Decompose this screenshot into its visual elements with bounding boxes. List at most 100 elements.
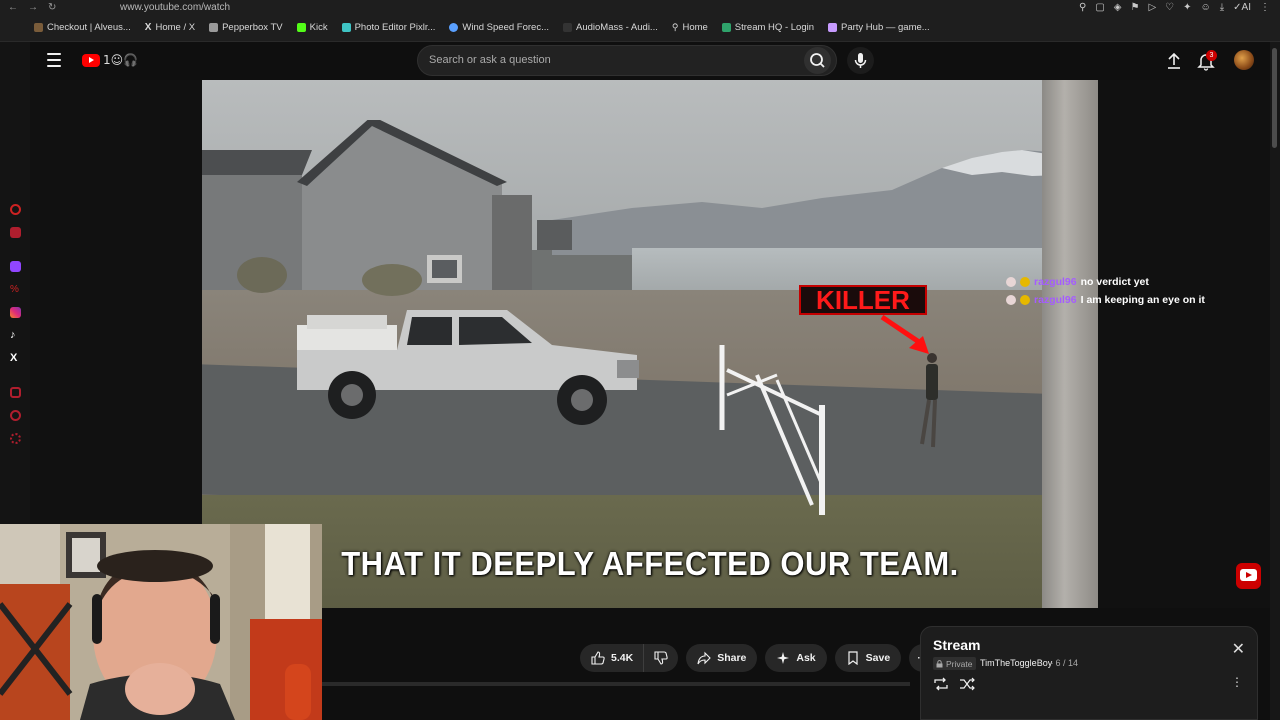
voice-search-button[interactable] bbox=[847, 47, 874, 74]
playlist-title[interactable]: Stream bbox=[933, 637, 980, 653]
address-bar[interactable]: www.youtube.com/watch bbox=[120, 2, 230, 13]
share-button[interactable]: Share bbox=[686, 644, 758, 672]
page-scrollbar[interactable] bbox=[1270, 42, 1280, 720]
like-count: 5.4K bbox=[611, 652, 634, 664]
chat-message: razgul96 no verdict yet bbox=[1006, 275, 1149, 289]
chat-message-text: I am keeping an eye on it bbox=[1080, 294, 1205, 306]
sparkle-icon bbox=[777, 652, 790, 664]
x-icon[interactable]: X bbox=[10, 353, 21, 364]
lock-icon bbox=[936, 659, 943, 667]
instagram-icon[interactable] bbox=[10, 307, 21, 318]
tiktok-icon[interactable]: ♪ bbox=[10, 330, 21, 341]
shield-icon[interactable]: ◈ bbox=[1114, 2, 1122, 13]
share-label: Share bbox=[717, 652, 747, 664]
playlist-panel: Stream ✕ Private TimTheToggleBoy - 6 / 1… bbox=[920, 626, 1258, 720]
extensions-area: ⚲ ▢ ◈ ⚑ ▷ ♡ ✦ ☺ ⤓ ✓AI ⋮ bbox=[1079, 0, 1270, 14]
killer-overlay-label: KILLER bbox=[799, 285, 927, 315]
ai-icon[interactable]: ✓AI bbox=[1233, 2, 1251, 13]
video-scene-person bbox=[920, 353, 938, 448]
bookmark-item[interactable]: Party Hub — game... bbox=[828, 22, 930, 33]
chat-badge-icon bbox=[1006, 295, 1016, 305]
bookmark-item[interactable]: Checkout | Alveus... bbox=[34, 22, 131, 33]
upload-icon bbox=[1168, 52, 1180, 69]
bookmark-item[interactable]: Photo Editor Pixlr... bbox=[341, 22, 435, 33]
chat-badge-icon bbox=[1006, 277, 1016, 287]
menu-dots-icon[interactable]: ⋮ bbox=[1260, 2, 1270, 13]
bookmark-save-icon bbox=[848, 651, 858, 665]
download-icon[interactable]: ⤓ bbox=[1220, 2, 1224, 13]
privacy-badge: Private bbox=[933, 657, 977, 670]
settings-icon[interactable] bbox=[10, 433, 21, 444]
x-logo-icon: X bbox=[144, 22, 152, 33]
audiomass-icon bbox=[563, 23, 572, 32]
heart-icon[interactable]: ♡ bbox=[1165, 2, 1174, 13]
location-pin-icon: ⚲ bbox=[671, 22, 679, 32]
square-icon[interactable]: ▢ bbox=[1095, 2, 1104, 13]
bookmark-item[interactable]: X Home / X bbox=[145, 22, 195, 33]
scrollbar-thumb[interactable] bbox=[1272, 48, 1277, 148]
profile-icon[interactable]: ☺ bbox=[1201, 2, 1211, 13]
party-icon bbox=[828, 23, 837, 32]
bookmark-item[interactable]: Stream HQ - Login bbox=[721, 22, 814, 33]
browser-nav: ← → ↻ bbox=[8, 2, 78, 13]
puzzle-icon[interactable]: ✦ bbox=[1183, 2, 1191, 13]
chat-username: razgul96 bbox=[1034, 294, 1077, 306]
dislike-button[interactable] bbox=[644, 644, 678, 672]
thumbs-down-icon bbox=[654, 651, 668, 665]
clock-icon[interactable] bbox=[10, 410, 21, 421]
youtube-play-icon bbox=[82, 53, 100, 67]
youtube-header: 1☺🎧 Search or ask a question 3 bbox=[30, 42, 1270, 80]
back-icon[interactable]: ← bbox=[8, 2, 18, 13]
twitch-icon[interactable] bbox=[10, 261, 21, 272]
red-arrow-icon bbox=[880, 314, 929, 354]
hamburger-menu-icon[interactable] bbox=[47, 53, 61, 67]
search-button[interactable] bbox=[804, 47, 831, 74]
like-button[interactable]: 5.4K bbox=[580, 644, 645, 672]
webcam-scene bbox=[0, 524, 322, 720]
loop-icon[interactable] bbox=[933, 677, 949, 691]
search-input[interactable]: Search or ask a question bbox=[417, 45, 837, 76]
spiral-icon[interactable] bbox=[10, 204, 21, 215]
logo-doodle: 1☺🎧 bbox=[103, 53, 139, 67]
bookmark-item[interactable]: Wind Speed Forec... bbox=[449, 22, 549, 33]
forward-icon[interactable]: → bbox=[28, 2, 38, 13]
account-avatar[interactable] bbox=[1234, 50, 1254, 70]
video-player[interactable]: KILLER THAT IT DEEPLY AFFECTED OUR TEAM. bbox=[202, 80, 1098, 608]
upload-button[interactable] bbox=[1164, 51, 1184, 71]
video-scene-house bbox=[202, 120, 572, 296]
close-icon[interactable]: ✕ bbox=[1232, 639, 1245, 659]
reload-icon[interactable]: ↻ bbox=[48, 2, 56, 13]
microphone-icon bbox=[854, 53, 867, 68]
privacy-label: Private bbox=[946, 658, 973, 669]
video-scene-fence bbox=[719, 345, 825, 515]
save-button[interactable]: Save bbox=[834, 644, 902, 672]
playlist-menu-icon[interactable]: ⋮ bbox=[1231, 675, 1243, 689]
ask-label: Ask bbox=[796, 652, 816, 664]
pin-icon[interactable]: ⚲ bbox=[1079, 2, 1086, 13]
streamer-webcam bbox=[0, 524, 322, 720]
youtube-logo[interactable]: 1☺🎧 bbox=[82, 53, 138, 67]
bookmark-item[interactable]: AudioMass - Audi... bbox=[563, 22, 658, 33]
timeline-track[interactable] bbox=[322, 682, 910, 686]
thumbs-up-icon bbox=[591, 651, 605, 665]
playlist-position: - 6 / 14 bbox=[1050, 658, 1079, 668]
percent-icon[interactable]: % bbox=[10, 284, 21, 295]
bell-alert-icon[interactable] bbox=[10, 227, 21, 238]
subscribe-logo-icon bbox=[1236, 563, 1261, 589]
ask-button[interactable]: Ask bbox=[765, 644, 827, 672]
search-icon bbox=[810, 53, 825, 68]
chat-message: razgul96 I am keeping an eye on it bbox=[1006, 293, 1205, 307]
chat-badge-icon bbox=[1020, 277, 1030, 287]
bookmark-item[interactable]: Kick bbox=[296, 22, 328, 33]
chat-username: razgul96 bbox=[1034, 276, 1077, 288]
bookmark-item[interactable]: ⚲ Home bbox=[672, 22, 708, 33]
kick-icon bbox=[296, 23, 306, 32]
video-caption: THAT IT DEEPLY AFFECTED OUR TEAM. bbox=[341, 544, 959, 583]
video-scene-pillar bbox=[1042, 80, 1098, 608]
notes-icon[interactable] bbox=[10, 387, 21, 398]
playlist-owner[interactable]: TimTheToggleBoy bbox=[980, 657, 1052, 670]
bookmark-item[interactable]: Pepperbox TV bbox=[209, 22, 283, 33]
bookmark-icon[interactable]: ⚑ bbox=[1131, 2, 1140, 13]
shuffle-icon[interactable] bbox=[959, 677, 975, 691]
play-icon[interactable]: ▷ bbox=[1148, 2, 1156, 13]
